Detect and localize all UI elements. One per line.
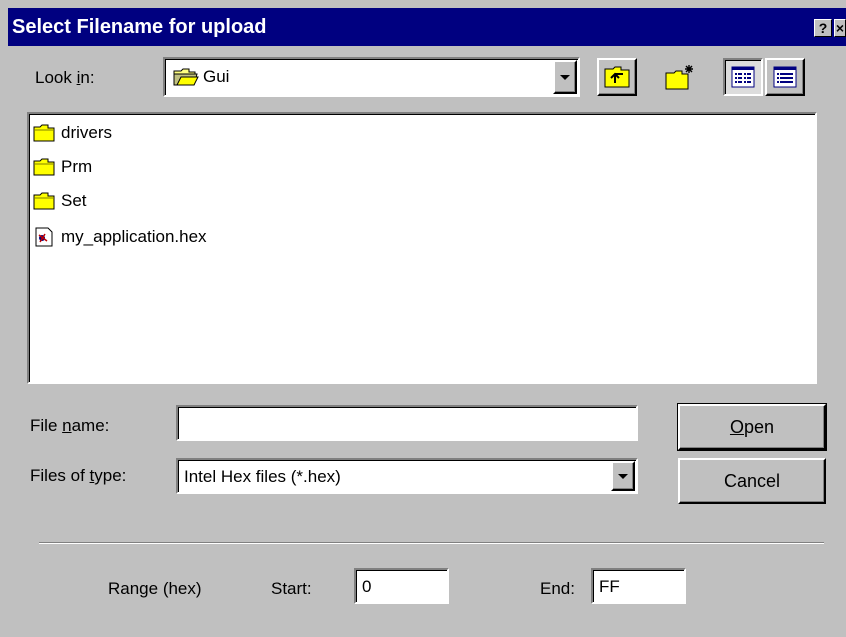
list-item-drivers[interactable]: drivers	[33, 120, 112, 146]
filename-label-key: n	[62, 416, 72, 435]
lookin-label: Look in:	[35, 68, 95, 88]
list-view-icon	[731, 66, 755, 88]
folder-icon	[33, 192, 55, 210]
open-folder-icon	[173, 68, 199, 86]
chevron-down-icon	[618, 473, 628, 479]
filetype-label-pre: Files of	[30, 466, 90, 485]
window-title: Select Filename for upload	[12, 16, 267, 38]
new-folder-icon	[665, 65, 693, 90]
upload-dialog: Select Filename for upload ? × Look in: …	[0, 0, 846, 637]
file-name: Set	[61, 191, 87, 210]
range-label: Range (hex)	[108, 579, 202, 598]
list-item-my-application-hex[interactable]: my_application.hex	[33, 224, 207, 250]
file-name: Prm	[61, 157, 93, 176]
details-view-icon	[773, 66, 797, 88]
up-one-level-button[interactable]	[597, 58, 637, 96]
lookin-value: Gui	[203, 67, 230, 86]
filetype-label: Files of type:	[30, 466, 126, 486]
lookin-label-post: n:	[80, 68, 95, 87]
chevron-down-icon	[560, 74, 570, 80]
open-button[interactable]: Open	[677, 403, 827, 451]
filetype-value: Intel Hex files (*.hex)	[184, 467, 341, 486]
end-label: End:	[540, 579, 575, 598]
separator	[39, 542, 824, 544]
filename-input[interactable]	[176, 405, 638, 441]
filetype-dropdown-arrow[interactable]	[611, 461, 635, 491]
open-button-key: O	[729, 416, 744, 437]
file-name: drivers	[61, 123, 113, 142]
filename-label-post: ame:	[71, 416, 110, 435]
list-item-prm[interactable]: Prm	[33, 154, 92, 180]
hex-file-icon	[35, 227, 53, 247]
cancel-button[interactable]: Cancel	[678, 458, 826, 504]
title-bar[interactable]: Select Filename for upload ? ×	[8, 8, 846, 46]
file-list[interactable]: drivers Prm Set my_application.hex	[27, 112, 817, 384]
cancel-button-label: Cancel	[723, 470, 781, 491]
lookin-dropdown[interactable]: Gui	[163, 57, 580, 97]
filetype-dropdown[interactable]: Intel Hex files (*.hex)	[176, 458, 638, 494]
details-view-button[interactable]	[765, 58, 805, 96]
filename-label-pre: File	[30, 416, 63, 435]
list-view-button[interactable]	[723, 58, 763, 96]
filetype-label-post: ype:	[94, 466, 127, 485]
filename-label: File name:	[30, 416, 109, 436]
help-button[interactable]: ?	[814, 19, 832, 37]
start-input[interactable]: 0	[354, 568, 449, 604]
lookin-label-pre: Look	[35, 68, 77, 87]
start-label: Start:	[271, 579, 312, 598]
folder-icon	[33, 158, 55, 176]
folder-icon	[33, 124, 55, 142]
list-item-set[interactable]: Set	[33, 188, 87, 214]
end-input[interactable]: FF	[591, 568, 686, 604]
end-value: FF	[599, 577, 620, 596]
lookin-dropdown-arrow[interactable]	[553, 60, 577, 94]
up-one-level-icon	[604, 66, 630, 88]
new-folder-button[interactable]	[660, 58, 700, 96]
start-value: 0	[362, 577, 372, 596]
file-name: my_application.hex	[61, 227, 207, 246]
open-button-label: pen	[743, 416, 775, 437]
close-button[interactable]: ×	[834, 19, 846, 37]
